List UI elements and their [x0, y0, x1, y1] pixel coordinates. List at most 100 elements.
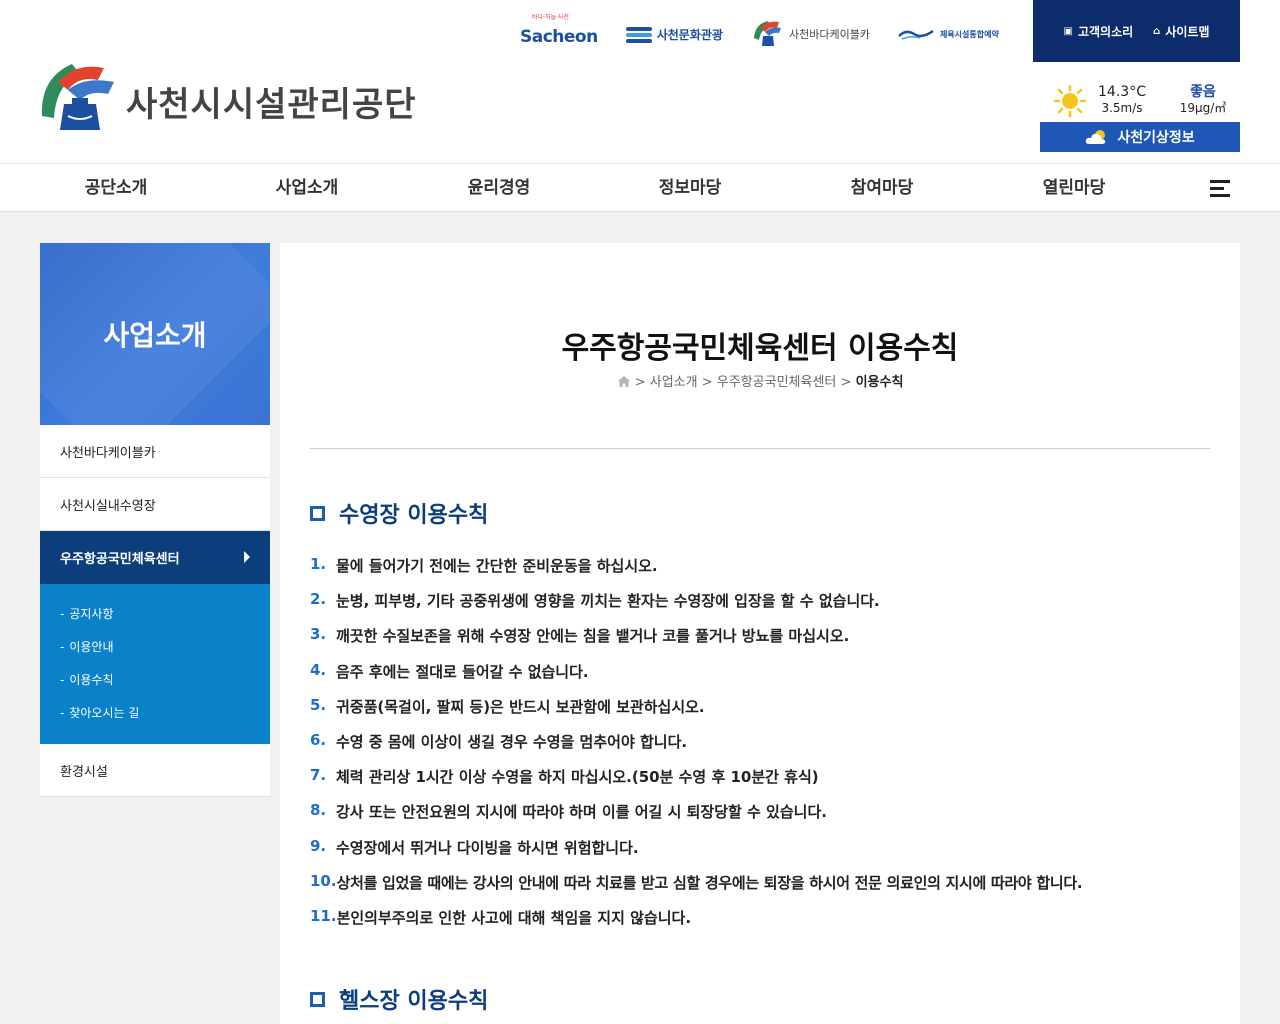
gnb-item-information[interactable]: 정보마당	[659, 164, 722, 212]
rule-text: 상처를 입었을 때에는 강사의 안내에 따라 치료를 받고 심할 경우에는 퇴장…	[336, 873, 1083, 892]
submenu-item-guide[interactable]: - 이용안내	[60, 631, 270, 664]
rule-item: 2. 눈병, 피부병, 기타 공중위생에 영향을 끼치는 환자는 수영장에 입장을…	[310, 590, 1210, 625]
page-title: 우주항공국민체육센터 이용수칙	[561, 331, 959, 366]
rule-item: 3. 깨끗한 수질보존을 위해 수영장 안에는 침을 뱉거나 코를 풀거나 방뇨를…	[310, 625, 1210, 660]
submenu-label: 공지사항	[69, 607, 114, 621]
customer-voice-label: 고객의소리	[1077, 24, 1134, 39]
rule-text: 귀중품(목걸이, 팔찌 등)은 반드시 보관함에 보관하십시오.	[336, 697, 705, 716]
weather-widget: 14.3°C 3.5m/s 좋음 19μg/㎥ 사천기상정보	[1040, 84, 1240, 152]
rule-number: 8.	[310, 801, 327, 820]
sun-icon	[1053, 84, 1087, 118]
cable-car-link[interactable]: 사천바다케이블카	[751, 14, 870, 54]
corporation-name: 사천시시설관리공단	[126, 84, 417, 125]
wind-speed: 3.5m/s	[1101, 101, 1143, 115]
sports-booking-label: 체육시설통합예약	[939, 29, 999, 39]
sacheon-slogan: 바다·하늘·사천	[532, 14, 569, 21]
memo-icon: ▣	[1063, 25, 1073, 37]
air-quality-status: 좋음	[1190, 84, 1216, 100]
side-submenu: - 공지사항 - 이용안내 - 이용수칙 - 찾아오시는 길	[40, 584, 270, 744]
submenu-item-directions[interactable]: - 찾아오시는 길	[60, 697, 270, 730]
culture-logo-icon	[625, 24, 652, 44]
gnb-item-business[interactable]: 사업소개	[276, 164, 339, 212]
rule-item: 4. 음주 후에는 절대로 들어갈 수 없습니다.	[310, 661, 1210, 696]
breadcrumb-separator: >	[840, 375, 852, 390]
weather-info-label: 사천기상정보	[1117, 130, 1195, 146]
breadcrumb-separator: >	[701, 375, 713, 390]
main-content: 우주항공국민체육센터 이용수칙 > 사업소개 > 우주항공국민체육센터 > 이용…	[280, 243, 1240, 1024]
rule-number: 5.	[310, 695, 327, 714]
house-icon: ⌂	[1153, 25, 1161, 37]
rule-item: 1. 물에 들어가기 전에는 간단한 준비운동을 하십시오.	[310, 555, 1210, 590]
section-title-text: 수영장 이용수칙	[339, 503, 489, 528]
cable-car-label: 사천바다케이블카	[788, 28, 870, 41]
rule-text: 수영장에서 뛰거나 다이빙을 하시면 위험합니다.	[336, 838, 639, 857]
side-menu-item-environment[interactable]: 환경시설	[40, 744, 270, 797]
rule-number: 7.	[310, 766, 327, 785]
side-menu-item-sports-center[interactable]: 우주항공국민체육센터	[40, 531, 270, 584]
sports-booking-link[interactable]: 체육시설통합예약	[898, 14, 999, 54]
submenu-label: 이용수칙	[69, 673, 114, 687]
side-menu: 사업소개 사천바다케이블카 사천시실내수영장 우주항공국민체육센터 - 공지사항 …	[40, 243, 270, 797]
side-menu-item-indoor-pool[interactable]: 사천시실내수영장	[40, 478, 270, 531]
utility-menu: ▣ 고객의소리 ⌂ 사이트맵	[1033, 0, 1240, 62]
breadcrumb-item[interactable]: 사업소개	[650, 375, 698, 390]
gnb-item-ethics[interactable]: 윤리경영	[468, 164, 531, 212]
rule-text: 깨끗한 수질보존을 위해 수영장 안에는 침을 뱉거나 코를 풀거나 방뇨를 마…	[336, 627, 850, 646]
rule-text: 음주 후에는 절대로 들어갈 수 없습니다.	[336, 662, 589, 681]
breadcrumb-separator: >	[634, 375, 646, 390]
customer-voice-link[interactable]: ▣ 고객의소리	[1064, 23, 1134, 40]
cable-car-logo-icon	[753, 21, 781, 46]
rule-text: 물에 들어가기 전에는 간단한 준비운동을 하십시오.	[336, 557, 658, 575]
section-title-text: 헬스장 이용수칙	[339, 989, 489, 1014]
side-menu-item-cable-car[interactable]: 사천바다케이블카	[40, 425, 270, 478]
rule-number: 2.	[310, 590, 327, 609]
title-divider	[310, 448, 1210, 449]
rule-number: 6.	[310, 730, 327, 749]
submenu-label: 이용안내	[69, 640, 114, 654]
sacheon-city-link[interactable]: 바다·하늘·사천 Sacheon	[520, 14, 598, 54]
gnb-item-participation[interactable]: 참여마당	[851, 164, 914, 212]
rule-number: 11.	[310, 906, 337, 925]
sacheon-city-label: Sacheon	[520, 27, 598, 47]
rule-text: 본인의부주의로 인한 사고에 대해 책임을 지지 않습니다.	[336, 908, 692, 927]
rule-text: 눈병, 피부병, 기타 공중위생에 영향을 끼치는 환자는 수영장에 입장을 할…	[336, 592, 880, 611]
weather-info-button[interactable]: 사천기상정보	[1040, 122, 1240, 152]
rule-number: 4.	[310, 660, 327, 679]
sitemap-link[interactable]: ⌂ 사이트맵	[1153, 23, 1209, 40]
site-header: 바다·하늘·사천 Sacheon 사천문화관광 사천바다케이블카 체육시설통합예…	[0, 0, 1280, 164]
main-navigation: 공단소개 사업소개 윤리경영 정보마당 참여마당 열린마당	[0, 164, 1280, 212]
site-logo[interactable]: 사천시시설관리공단	[38, 60, 417, 138]
rule-text: 체력 관리상 1시간 이상 수영을 하지 마십시오.(50분 수영 후 10분간…	[336, 768, 819, 787]
gnb-item-open[interactable]: 열린마당	[1043, 164, 1106, 212]
section-title-gym: 헬스장 이용수칙	[310, 983, 488, 1015]
culture-tour-link[interactable]: 사천문화관광	[625, 14, 723, 54]
pool-rules-list: 1. 물에 들어가기 전에는 간단한 준비운동을 하십시오. 2. 눈병, 피부병,…	[310, 555, 1210, 942]
breadcrumb-current: 이용수칙	[855, 375, 904, 390]
submenu-label: 찾아오시는 길	[69, 706, 140, 720]
submenu-item-notice[interactable]: - 공지사항	[60, 598, 270, 631]
rule-number: 1.	[310, 555, 327, 573]
air-quality-value: 19μg/㎥	[1179, 101, 1227, 115]
square-bullet-icon	[310, 505, 325, 521]
temperature: 14.3°C	[1098, 84, 1146, 100]
rule-item: 10. 상처를 입었을 때에는 강사의 안내에 따라 치료를 받고 심할 경우에는…	[310, 872, 1210, 907]
side-menu-title: 사업소개	[40, 243, 270, 425]
breadcrumb-item[interactable]: 우주항공국민체육센터	[717, 375, 837, 390]
sitemap-label: 사이트맵	[1165, 24, 1210, 39]
hamburger-icon[interactable]	[1210, 180, 1230, 198]
rule-item: 7. 체력 관리상 1시간 이상 수영을 하지 마십시오.(50분 수영 후 10…	[310, 766, 1210, 801]
rule-item: 9. 수영장에서 뛰거나 다이빙을 하시면 위험합니다.	[310, 837, 1210, 872]
breadcrumb: > 사업소개 > 우주항공국민체육센터 > 이용수칙	[280, 371, 1240, 390]
corporation-logo-icon	[41, 64, 114, 130]
rule-item: 11. 본인의부주의로 인한 사고에 대해 책임을 지지 않습니다.	[310, 907, 1210, 942]
submenu-item-rules[interactable]: - 이용수칙	[60, 664, 270, 697]
rule-text: 수영 중 몸에 이상이 생길 경우 수영을 멈추어야 합니다.	[336, 732, 688, 751]
culture-tour-label: 사천문화관광	[656, 27, 723, 42]
wave-logo-icon	[898, 29, 934, 40]
rule-item: 8. 강사 또는 안전요원의 지시에 따라야 하며 이를 어길 시 퇴장당할 수 …	[310, 801, 1210, 836]
partner-links: 바다·하늘·사천 Sacheon 사천문화관광 사천바다케이블카 체육시설통합예…	[520, 14, 999, 54]
rule-number: 9.	[310, 836, 327, 855]
home-icon[interactable]	[617, 375, 631, 388]
rule-number: 10.	[310, 871, 337, 890]
gnb-item-about[interactable]: 공단소개	[85, 164, 148, 212]
